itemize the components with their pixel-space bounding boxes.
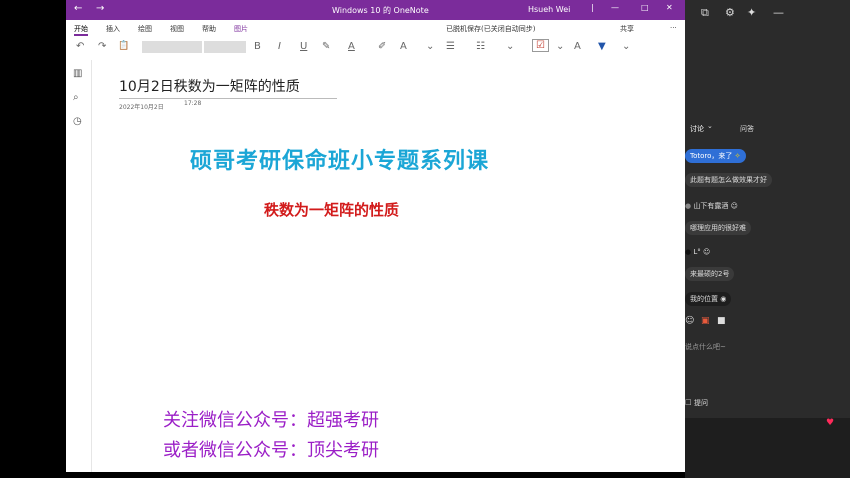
clipboard-icon[interactable]: 📋 bbox=[118, 41, 129, 51]
clear-format-icon[interactable]: ✐ bbox=[378, 41, 386, 52]
numbered-list-icon[interactable]: ☷ bbox=[476, 41, 485, 52]
note-heading[interactable]: 硕哥考研保命班小专题系列课 bbox=[190, 143, 489, 175]
redo-icon[interactable]: ↷ bbox=[98, 41, 106, 52]
font-name-box[interactable] bbox=[142, 41, 202, 53]
footer-line-2[interactable]: 或者微信公众号：顶尖考研 bbox=[163, 436, 379, 462]
navigation-rail: ▥ ⌕ ◷ bbox=[66, 60, 92, 472]
chat-message: 哪理应用的很好难 bbox=[690, 224, 746, 232]
highlight-icon[interactable]: ✎ bbox=[322, 41, 330, 52]
face-icon: ☺ bbox=[730, 202, 738, 210]
chat-input[interactable]: 说点什么吧~ bbox=[685, 342, 726, 352]
location-icon: ◉ bbox=[720, 295, 727, 303]
maximize-button[interactable]: □ bbox=[641, 3, 649, 12]
panel-dash-icon[interactable]: — bbox=[773, 6, 784, 19]
back-icon[interactable]: ← bbox=[74, 3, 82, 14]
chat-message-bubble: 此题有题怎么做效果才好 bbox=[685, 173, 772, 187]
sparkle-icon: ✧ bbox=[734, 152, 741, 160]
location-chip[interactable]: 我的位置 ◉ bbox=[685, 292, 732, 306]
live-chat-panel: ⧉ ⚙ ✦ — 讨论 ⌄ 问答 Totoro，来了 ✧ 此题有题怎么做效果才好 … bbox=[685, 0, 850, 478]
tab-draw[interactable]: 绘图 bbox=[138, 24, 152, 34]
chat-message: Totoro，来了 bbox=[690, 152, 733, 160]
chat-message: 来最硕的2号 bbox=[690, 270, 730, 278]
chat-message-bubble: 哪理应用的很好难 bbox=[685, 221, 751, 235]
chat-welcome-bubble: Totoro，来了 ✧ bbox=[685, 149, 746, 163]
title-bar: ← → Windows 10 的 OneNote Hsueh Wei | — □… bbox=[66, 0, 685, 20]
chat-message-bubble: 来最硕的2号 bbox=[685, 267, 735, 281]
pin-icon[interactable]: ✦ bbox=[747, 6, 756, 19]
title-separator: | bbox=[591, 3, 594, 12]
tab-view[interactable]: 视图 bbox=[170, 24, 184, 34]
pen-icon[interactable]: A bbox=[574, 41, 581, 52]
discussion-dropdown-icon[interactable]: ⌄ bbox=[707, 122, 713, 130]
ask-question-label: 提问 bbox=[694, 399, 708, 407]
chat-username: L° bbox=[693, 248, 701, 256]
tab-discussion[interactable]: 讨论 bbox=[690, 124, 704, 134]
styles-dropdown-icon[interactable]: ⌄ bbox=[426, 41, 434, 52]
avatar: ● bbox=[685, 248, 692, 256]
styles-icon[interactable]: A bbox=[400, 41, 407, 52]
ask-question-checkbox[interactable]: □ bbox=[685, 398, 692, 406]
heart-icon[interactable]: ♥ bbox=[826, 418, 834, 428]
recent-icon[interactable]: ◷ bbox=[73, 116, 82, 127]
emoji-icon[interactable]: ☺ bbox=[685, 316, 694, 326]
ribbon-tabs: 开始 插入 绘图 视图 帮助 图片 已脱机保存(已关闭自动同步) 共享 ··· bbox=[66, 20, 685, 36]
tag-dropdown-icon[interactable]: ⌄ bbox=[556, 41, 564, 52]
tab-picture[interactable]: 图片 bbox=[234, 24, 248, 34]
gift-icon[interactable]: ▣ bbox=[701, 316, 710, 326]
chat-user-line: ● L° ☺ bbox=[685, 248, 710, 256]
page-title[interactable]: 10月2日秩数为一矩阵的性质 bbox=[119, 76, 300, 96]
settings-icon[interactable]: ⚙ bbox=[725, 6, 735, 19]
italic-button[interactable]: I bbox=[278, 41, 281, 52]
location-label: 我的位置 bbox=[690, 295, 718, 303]
window-title: Windows 10 的 OneNote bbox=[332, 6, 429, 15]
note-subheading[interactable]: 秩数为一矩阵的性质 bbox=[264, 199, 399, 220]
mark-icon[interactable]: ▼ bbox=[598, 41, 606, 52]
face-icon: ☺ bbox=[702, 248, 711, 256]
bullet-list-icon[interactable]: ☰ bbox=[446, 41, 455, 52]
list-dropdown-icon[interactable]: ⌄ bbox=[506, 41, 514, 52]
ribbon-toolbar: ↶ ↷ 📋 B I U ✎ A ✐ A ⌄ ☰ ☷ ⌄ ☑ ⌄ A ▼ ⌄ bbox=[66, 36, 685, 61]
footer-line-1[interactable]: 关注微信公众号：超强考研 bbox=[163, 406, 379, 432]
page-date: 2022年10月2日 bbox=[119, 104, 164, 111]
share-button[interactable]: 共享 bbox=[620, 24, 634, 34]
tab-qa[interactable]: 问答 bbox=[740, 124, 754, 134]
folder-icon[interactable]: ■ bbox=[717, 316, 726, 326]
chat-message: 此题有题怎么做效果才好 bbox=[690, 176, 767, 184]
page-title-underline bbox=[119, 98, 337, 99]
forward-icon[interactable]: → bbox=[96, 3, 104, 14]
close-button[interactable]: ✕ bbox=[666, 3, 673, 12]
page-time: 17:28 bbox=[184, 100, 202, 107]
font-size-box[interactable] bbox=[204, 41, 246, 53]
todo-tag-button[interactable]: ☑ bbox=[532, 39, 549, 52]
page-canvas[interactable]: 10月2日秩数为一矩阵的性质 2022年10月2日 17:28 硕哥考研保命班小… bbox=[92, 60, 685, 472]
chat-user-line: ● 山下有露酒 ☺ bbox=[685, 201, 738, 211]
bold-button[interactable]: B bbox=[254, 41, 261, 52]
tab-help[interactable]: 帮助 bbox=[202, 24, 216, 34]
more-button[interactable]: ··· bbox=[670, 24, 677, 32]
notebooks-icon[interactable]: ▥ bbox=[73, 68, 82, 79]
tab-home[interactable]: 开始 bbox=[74, 24, 88, 36]
avatar: ● bbox=[685, 202, 692, 210]
edit-icon[interactable]: ⧉ bbox=[701, 6, 709, 20]
undo-icon[interactable]: ↶ bbox=[76, 41, 84, 52]
minimize-button[interactable]: — bbox=[611, 3, 619, 12]
user-name[interactable]: Hsueh Wei bbox=[528, 5, 570, 14]
tab-insert[interactable]: 插入 bbox=[106, 24, 120, 34]
search-icon[interactable]: ⌕ bbox=[73, 92, 79, 103]
underline-button[interactable]: U bbox=[300, 41, 307, 52]
toolbar-dropdown-icon[interactable]: ⌄ bbox=[622, 41, 630, 52]
chat-username: 山下有露酒 bbox=[693, 202, 729, 210]
font-color-icon[interactable]: A bbox=[348, 41, 355, 52]
sync-status[interactable]: 已脱机保存(已关闭自动同步) bbox=[446, 24, 535, 34]
